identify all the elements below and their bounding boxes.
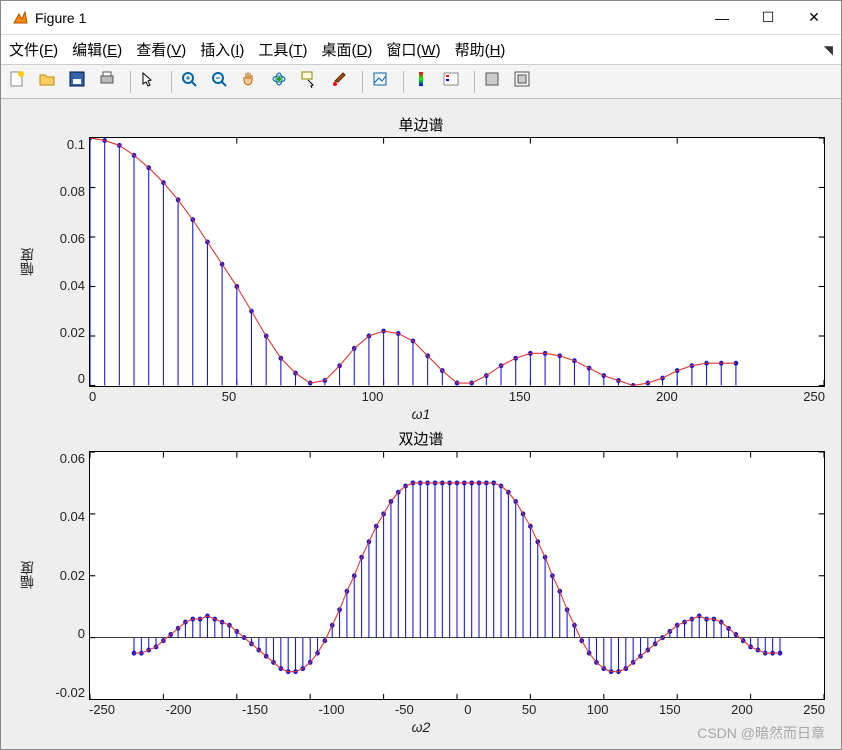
subplot-2-yticks: 0.060.040.020-0.02 xyxy=(37,451,89,701)
zoom-out-button[interactable] xyxy=(209,69,235,95)
subplot-2-ylabel: 幅度 xyxy=(17,451,37,701)
watermark: CSDN @暗然而日章 xyxy=(697,723,825,743)
subplot-1-title: 单边谱 xyxy=(17,114,825,135)
toolbar xyxy=(1,65,841,99)
subplot-2: 双边谱 幅度 0.060.040.020-0.02 -250-200-150-1… xyxy=(17,428,825,736)
titlebar: Figure 1 — ☐ ✕ xyxy=(1,1,841,35)
menu-insert[interactable]: 插入(I) xyxy=(200,39,244,60)
legend-button[interactable] xyxy=(441,69,467,95)
subplot-1: 单边谱 幅度 0.10.080.060.040.020 050100150200… xyxy=(17,114,825,422)
pan-button[interactable] xyxy=(239,69,265,95)
subplot-1-yticks: 0.10.080.060.040.020 xyxy=(37,137,89,387)
menubar: 文件(F) 编辑(E) 查看(V) 插入(I) 工具(T) 桌面(D) 窗口(W… xyxy=(1,35,841,65)
link-button[interactable] xyxy=(370,69,396,95)
menu-tools[interactable]: 工具(T) xyxy=(258,39,307,60)
menu-view[interactable]: 查看(V) xyxy=(136,39,186,60)
minimize-button[interactable]: — xyxy=(699,3,745,33)
print-button[interactable] xyxy=(97,69,123,95)
subplot-1-axes[interactable] xyxy=(89,137,825,387)
matlab-icon xyxy=(11,9,29,27)
new-button[interactable] xyxy=(7,69,33,95)
subplot-1-xticks: 050100150200250 xyxy=(89,389,825,404)
rotate-button[interactable] xyxy=(269,69,295,95)
subplot-2-title: 双边谱 xyxy=(17,428,825,449)
brush-button[interactable] xyxy=(329,69,355,95)
colorbar-button[interactable] xyxy=(411,69,437,95)
menu-window[interactable]: 窗口(W) xyxy=(386,39,440,60)
subplot-1-xlabel: ω1 xyxy=(17,406,825,422)
subplot-1-ylabel: 幅度 xyxy=(17,137,37,387)
menu-file[interactable]: 文件(F) xyxy=(9,39,58,60)
hide-tools-button[interactable] xyxy=(482,69,508,95)
maximize-button[interactable]: ☐ xyxy=(745,3,791,33)
close-button[interactable]: ✕ xyxy=(791,3,837,33)
save-button[interactable] xyxy=(67,69,93,95)
subplot-2-axes[interactable] xyxy=(89,451,825,701)
pointer-button[interactable] xyxy=(138,69,164,95)
menu-help[interactable]: 帮助(H) xyxy=(455,39,506,60)
figure-area: 单边谱 幅度 0.10.080.060.040.020 050100150200… xyxy=(1,99,841,749)
datacursor-button[interactable] xyxy=(299,69,325,95)
open-button[interactable] xyxy=(37,69,63,95)
dock-button[interactable] xyxy=(512,69,538,95)
window-title: Figure 1 xyxy=(35,10,699,26)
menubar-arrow-icon[interactable]: ◥ xyxy=(824,43,833,57)
figure-window: Figure 1 — ☐ ✕ 文件(F) 编辑(E) 查看(V) 插入(I) 工… xyxy=(0,0,842,750)
subplot-2-xticks: -250-200-150-100-50050100150200250 xyxy=(89,702,825,717)
menu-desktop[interactable]: 桌面(D) xyxy=(322,39,373,60)
menu-edit[interactable]: 编辑(E) xyxy=(72,39,122,60)
zoom-in-button[interactable] xyxy=(179,69,205,95)
